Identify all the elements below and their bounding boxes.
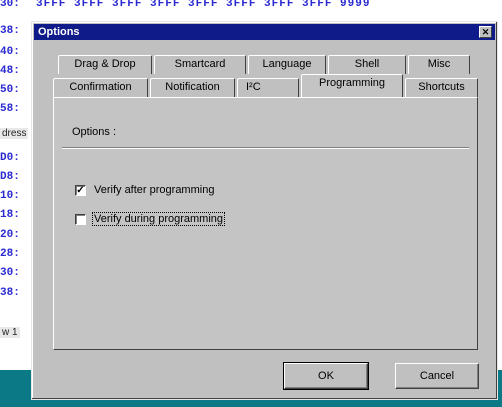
tab-i2c[interactable]: I²C xyxy=(237,78,299,97)
address-label: 40: xyxy=(0,46,20,58)
address-label: 30: xyxy=(0,0,20,10)
address-label: 38: xyxy=(0,25,20,37)
address-label: 48: xyxy=(0,65,20,77)
address-label: 28: xyxy=(0,248,20,260)
tab-language[interactable]: Language xyxy=(248,55,326,74)
verify-after-programming-label[interactable]: Verify after programming xyxy=(93,184,215,196)
tab-programming[interactable]: Programming xyxy=(301,74,403,97)
cancel-button[interactable]: Cancel xyxy=(395,363,479,389)
ok-button[interactable]: OK xyxy=(283,362,369,390)
options-group-label: Options : xyxy=(72,126,117,138)
close-button[interactable]: ✕ xyxy=(479,26,492,38)
verify-during-programming-checkbox[interactable] xyxy=(75,213,86,225)
tab-confirmation[interactable]: Confirmation xyxy=(53,78,148,97)
hex-data-row: 3FFF 3FFF 3FFF 3FFF 3FFF 3FFF 3FFF 3FFF … xyxy=(36,0,371,10)
tab-misc[interactable]: Misc xyxy=(408,55,470,74)
address-label: 38: xyxy=(0,287,20,299)
group-divider xyxy=(62,147,469,149)
tab-drag-and-drop[interactable]: Drag & Drop xyxy=(58,55,152,74)
programming-tab-panel: Options : ✓ Verify after programming Ver… xyxy=(53,97,478,350)
address-label: 30: xyxy=(0,267,20,279)
tab-notification[interactable]: Notification xyxy=(150,78,235,97)
tab-shell[interactable]: Shell xyxy=(328,55,406,74)
address-label: 10: xyxy=(0,190,20,202)
options-dialog: Options ✕ Drag & Drop Smartcard Language… xyxy=(31,21,498,400)
tab-shortcuts[interactable]: Shortcuts xyxy=(405,78,478,97)
dialog-title: Options xyxy=(38,26,80,38)
verify-during-programming-option[interactable]: Verify during programming xyxy=(75,211,226,227)
checkmark-icon: ✓ xyxy=(76,184,85,196)
address-label: 20: xyxy=(0,229,20,241)
close-icon: ✕ xyxy=(481,27,490,37)
verify-after-programming-checkbox[interactable]: ✓ xyxy=(75,184,86,196)
address-label: 50: xyxy=(0,84,20,96)
address-label: 18: xyxy=(0,209,20,221)
address-column-header: dress xyxy=(0,128,29,139)
tab-smartcard[interactable]: Smartcard xyxy=(154,55,246,74)
address-label: 58: xyxy=(0,103,20,115)
dialog-titlebar[interactable]: Options ✕ xyxy=(34,24,495,40)
address-label: D0: xyxy=(0,152,20,164)
status-label: w 1 xyxy=(0,327,20,338)
address-label: D8: xyxy=(0,171,20,183)
verify-after-programming-option[interactable]: ✓ Verify after programming xyxy=(75,182,215,198)
verify-during-programming-label[interactable]: Verify during programming xyxy=(91,212,226,226)
